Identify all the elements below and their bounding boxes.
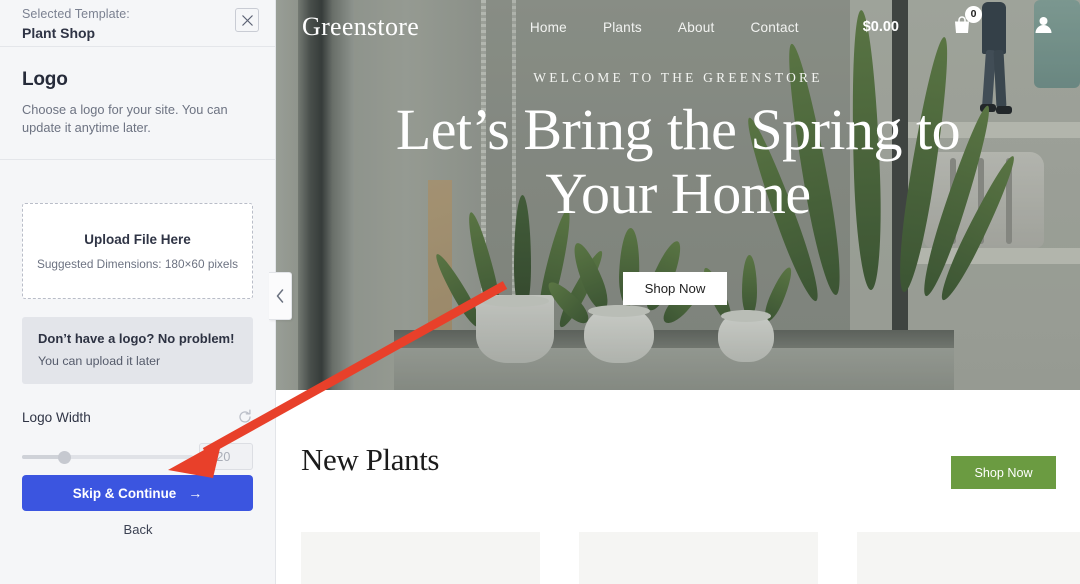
- divider: [0, 159, 275, 160]
- skip-and-continue-button[interactable]: Skip & Continue →: [22, 475, 253, 511]
- cart-total-price: $0.00: [862, 19, 899, 35]
- cart-item-count-badge: 0: [965, 5, 982, 23]
- nav-links: Home Plants About Contact $0.00 0: [530, 5, 1062, 41]
- no-logo-hint: Don’t have a logo? No problem! You can u…: [22, 317, 253, 384]
- site-preview: Greenstore Home Plants About Contact $0.…: [276, 0, 1080, 584]
- cart-button[interactable]: 0: [951, 5, 982, 41]
- logo-width-value-input[interactable]: 120: [199, 443, 253, 470]
- logo-width-label: Logo Width: [22, 409, 91, 425]
- setup-sidebar: Selected Template: Plant Shop Logo Choos…: [0, 0, 276, 584]
- selected-template-label: Selected Template:: [22, 7, 130, 21]
- user-account-button[interactable]: [1033, 14, 1054, 40]
- nav-link-contact[interactable]: Contact: [750, 20, 798, 35]
- arrow-right-icon: →: [188, 485, 203, 501]
- back-link[interactable]: Back: [0, 522, 275, 537]
- close-button[interactable]: [235, 8, 259, 32]
- slider-thumb[interactable]: [58, 450, 71, 464]
- close-icon: [241, 14, 253, 26]
- nav-link-plants[interactable]: Plants: [603, 20, 642, 35]
- product-card[interactable]: [857, 532, 1080, 584]
- user-account-icon: [1035, 17, 1052, 33]
- product-card[interactable]: [579, 532, 818, 584]
- skip-and-continue-label: Skip & Continue: [72, 485, 177, 501]
- screen-root: Selected Template: Plant Shop Logo Choos…: [0, 0, 1080, 584]
- collapse-panel-handle[interactable]: [269, 272, 292, 320]
- hero-section: Greenstore Home Plants About Contact $0.…: [276, 0, 1080, 390]
- logo-width-field-row: Logo Width: [22, 409, 253, 425]
- logo-upload-dropzone[interactable]: Upload File Here Suggested Dimensions: 1…: [22, 203, 253, 299]
- site-brand-logo[interactable]: Greenstore: [302, 12, 419, 42]
- site-navbar: Greenstore Home Plants About Contact $0.…: [276, 0, 1080, 54]
- no-logo-hint-title: Don’t have a logo? No problem!: [38, 331, 235, 346]
- upload-dimensions-hint: Suggested Dimensions: 180×60 pixels: [36, 256, 238, 271]
- upload-title: Upload File Here: [84, 231, 191, 247]
- product-card-grid: [301, 532, 1080, 584]
- nav-link-home[interactable]: Home: [530, 20, 567, 35]
- selected-template-name: Plant Shop: [22, 25, 96, 41]
- no-logo-hint-subtitle: You can upload it later: [38, 354, 161, 368]
- logo-width-slider[interactable]: [22, 449, 193, 465]
- product-card[interactable]: [301, 532, 540, 584]
- page-description: Choose a logo for your site. You can upd…: [22, 102, 228, 135]
- section-heading: New Plants: [301, 442, 440, 477]
- chevron-left-icon: [276, 289, 283, 303]
- new-plants-section: New Plants Shop Now: [276, 390, 1080, 584]
- hero-background-photo: [276, 0, 1080, 390]
- sidebar-header: Selected Template: Plant Shop: [0, 0, 275, 47]
- nav-link-about[interactable]: About: [678, 20, 715, 35]
- section-shop-now-button[interactable]: Shop Now: [951, 456, 1056, 489]
- logo-width-control-row: 120: [22, 443, 253, 470]
- page-title: Logo: [22, 69, 68, 90]
- reset-icon[interactable]: [237, 409, 253, 425]
- hero-shop-now-button[interactable]: Shop Now: [623, 272, 727, 305]
